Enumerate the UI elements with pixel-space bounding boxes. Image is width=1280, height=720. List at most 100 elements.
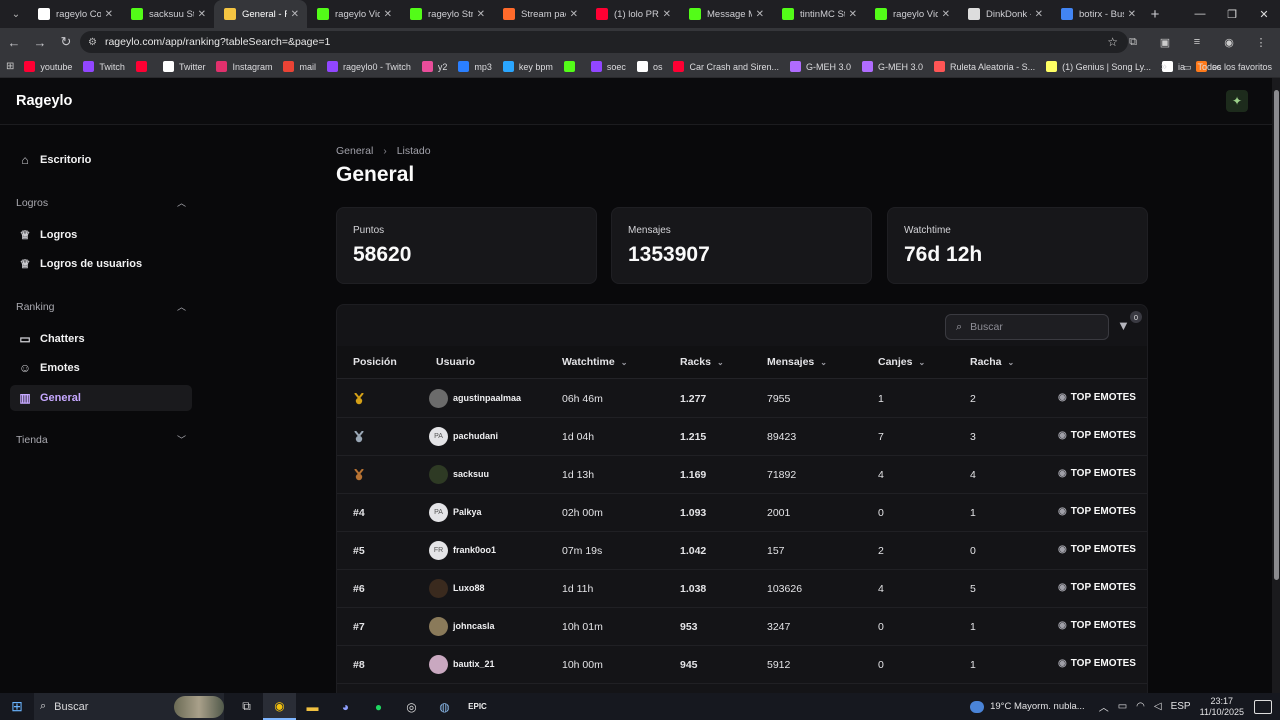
close-tab-icon[interactable]: ✕ [663,9,671,20]
username[interactable]: Palkya [453,507,482,517]
volume-icon[interactable]: ◁ [1154,701,1162,712]
username[interactable]: frank0oo1 [453,545,496,555]
browser-tab[interactable]: rageylo Commands ✕ [28,0,121,28]
close-tab-icon[interactable]: ✕ [849,9,857,20]
sidebar-item-general[interactable]: ▥ General [10,385,192,411]
top-emotes-button[interactable]: ◉ TOP EMOTES [1058,468,1136,479]
profile-icon[interactable]: ◉ [1218,32,1240,52]
close-tab-icon[interactable]: ✕ [1128,9,1136,20]
browser-tab[interactable]: tintinMC Stream ✕ [772,0,865,28]
bookmark-star-icon[interactable]: ☆ [1107,35,1118,49]
table-row[interactable]: #4 PA Palkya 02h 00m 1.093 2001 0 1 ◉ TOP EMOTES [337,494,1147,532]
username[interactable]: agustinpaalmaa [453,393,521,403]
table-row[interactable]: sacksuu 1d 13h 1.169 71892 4 4 ◉ TOP EMOTES [337,456,1147,494]
username[interactable]: johncasla [453,621,495,631]
column-header-racha[interactable]: Racha ⌄ [970,356,1014,368]
extensions-icon[interactable]: ⧉ [1122,32,1144,52]
site-info-icon[interactable]: ⚙ [88,37,97,48]
bookmark-item[interactable]: Car Crash and Siren... [673,61,779,72]
browser-tab[interactable]: DinkDonk - ✕ [958,0,1051,28]
browser-tab[interactable]: General - Rageylo ✕ [214,0,307,28]
clock[interactable]: 23:17 11/10/2025 [1200,696,1244,718]
wifi-icon[interactable]: ◠ [1136,701,1145,712]
bookmark-item[interactable]: G-MEH 3.0 [862,61,923,72]
close-tab-icon[interactable]: ✕ [756,9,764,20]
back-icon[interactable]: ← [2,30,26,54]
bookmark-item[interactable]: youtube [24,61,72,72]
bookmarks-more-icon[interactable]: » [1161,61,1167,73]
scrollbar-thumb[interactable] [1274,90,1279,580]
bookmark-item[interactable]: Twitch [83,61,125,72]
close-tab-icon[interactable]: ✕ [1035,9,1043,20]
close-tab-icon[interactable]: ✕ [942,9,950,20]
close-tab-icon[interactable]: ✕ [477,9,485,20]
top-emotes-button[interactable]: ◉ TOP EMOTES [1058,430,1136,441]
top-emotes-button[interactable]: ◉ TOP EMOTES [1058,658,1136,669]
sidebar-group-logros[interactable]: Logros ︿ [16,196,186,209]
bookmark-item[interactable] [563,61,580,72]
sidebar-item-escritorio[interactable]: ⌂ Escritorio [10,147,192,173]
sidebar-item-emotes[interactable]: ☺ Emotes [10,355,192,381]
column-header-canjes[interactable]: Canjes ⌄ [878,356,925,368]
bookmark-item[interactable]: (1) Genius | Song Ly... [1046,61,1151,72]
bookmark-item[interactable]: Ruleta Aleatoria - S... [934,61,1035,72]
browser-tab[interactable]: sacksuu Stream ✕ [121,0,214,28]
column-header-racks[interactable]: Racks ⌄ [680,356,724,368]
bookmark-item[interactable] [135,61,152,72]
notifications-icon[interactable] [1254,699,1272,714]
bookmark-item[interactable]: Instagram [216,61,272,72]
obs-icon[interactable]: ◎ [395,693,428,720]
table-row[interactable]: #8 bautix_21 10h 00m 945 5912 0 1 ◉ TOP EMOTES [337,646,1147,684]
column-header-mensajes[interactable]: Mensajes ⌄ [767,356,827,368]
top-emotes-button[interactable]: ◉ TOP EMOTES [1058,392,1136,403]
search-input[interactable]: ⌕ Buscar [945,314,1109,340]
tab-search-button[interactable]: ⌄ [4,4,28,24]
brand-logo[interactable]: Rageylo [16,93,72,109]
browser-tab[interactable]: (1) lolo PRESENT ✕ [586,0,679,28]
close-tab-icon[interactable]: ✕ [291,9,299,20]
top-emotes-button[interactable]: ◉ TOP EMOTES [1058,506,1136,517]
task-view-icon[interactable]: ⧉ [230,693,263,720]
new-tab-button[interactable]: + [1144,6,1166,23]
bookmark-item[interactable]: soec [590,61,626,72]
all-bookmarks-link[interactable]: Todos los favoritos [1197,62,1272,72]
epic-games-icon[interactable]: EPIC [461,693,494,720]
browser-tab[interactable]: rageylo Stream ✕ [400,0,493,28]
table-row[interactable]: #6 Luxo88 1d 11h 1.038 103626 4 5 ◉ TOP EMOTES [337,570,1147,608]
top-emotes-button[interactable]: ◉ TOP EMOTES [1058,620,1136,631]
table-row[interactable]: #5 FR frank0oo1 07m 19s 1.042 157 2 0 ◉ TOP EMOTE… [337,532,1147,570]
media-icon[interactable]: ≡ [1186,32,1208,52]
forward-icon[interactable]: → [28,30,52,54]
table-row[interactable]: #7 johncasla 10h 01m 953 3247 0 1 ◉ TOP EMOTES [337,608,1147,646]
cast-icon[interactable]: ▣ [1154,32,1176,52]
browser-tab[interactable]: rageylo Videos ✕ [307,0,400,28]
top-emotes-button[interactable]: ◉ TOP EMOTES [1058,544,1136,555]
bookmark-item[interactable]: os [636,61,662,72]
bookmark-item[interactable]: mp3 [458,61,492,72]
bookmark-item[interactable]: mail [283,61,316,72]
table-row[interactable]: PA pachudani 1d 04h 1.215 89423 7 3 ◉ TOP EMOTES [337,418,1147,456]
sidebar-group-ranking[interactable]: Ranking ︿ [16,300,186,313]
breadcrumb-root[interactable]: General [336,145,373,157]
language-indicator[interactable]: ESP [1171,701,1191,712]
column-header-watchtime[interactable]: Watchtime ⌄ [562,356,627,368]
restore-icon[interactable]: ❐ [1216,0,1248,28]
reload-icon[interactable]: ↻ [54,30,78,54]
apps-grid-icon[interactable]: ⊞ [6,61,14,72]
user-avatar[interactable]: ✦ [1226,90,1248,112]
chevron-up-icon[interactable]: ︿ [1099,699,1109,714]
sidebar-item-logros[interactable]: ♕ Logros [10,222,192,248]
close-window-icon[interactable]: ✕ [1248,0,1280,28]
file-explorer-icon[interactable]: ▬ [296,693,329,720]
steam-icon[interactable]: ◍ [428,693,461,720]
sidebar-item-logros-usuarios[interactable]: ♕ Logros de usuarios [10,251,192,277]
top-emotes-button[interactable]: ◉ TOP EMOTES [1058,582,1136,593]
chrome-icon[interactable]: ◉ [263,693,296,720]
username[interactable]: bautix_21 [453,659,495,669]
table-row[interactable]: agustinpaalmaa 06h 46m 1.277 7955 1 2 ◉ TOP EMO… [337,380,1147,418]
url-input[interactable]: ⚙ rageylo.com/app/ranking?tableSearch=&p… [80,31,1128,53]
sidebar-item-chatters[interactable]: ▭ Chatters [10,326,192,352]
sidebar-group-tienda[interactable]: Tienda ﹀ [16,433,186,446]
bookmark-item[interactable]: rageylo0 - Twitch [327,61,411,72]
taskbar-search[interactable]: ⌕ Buscar [34,693,224,720]
